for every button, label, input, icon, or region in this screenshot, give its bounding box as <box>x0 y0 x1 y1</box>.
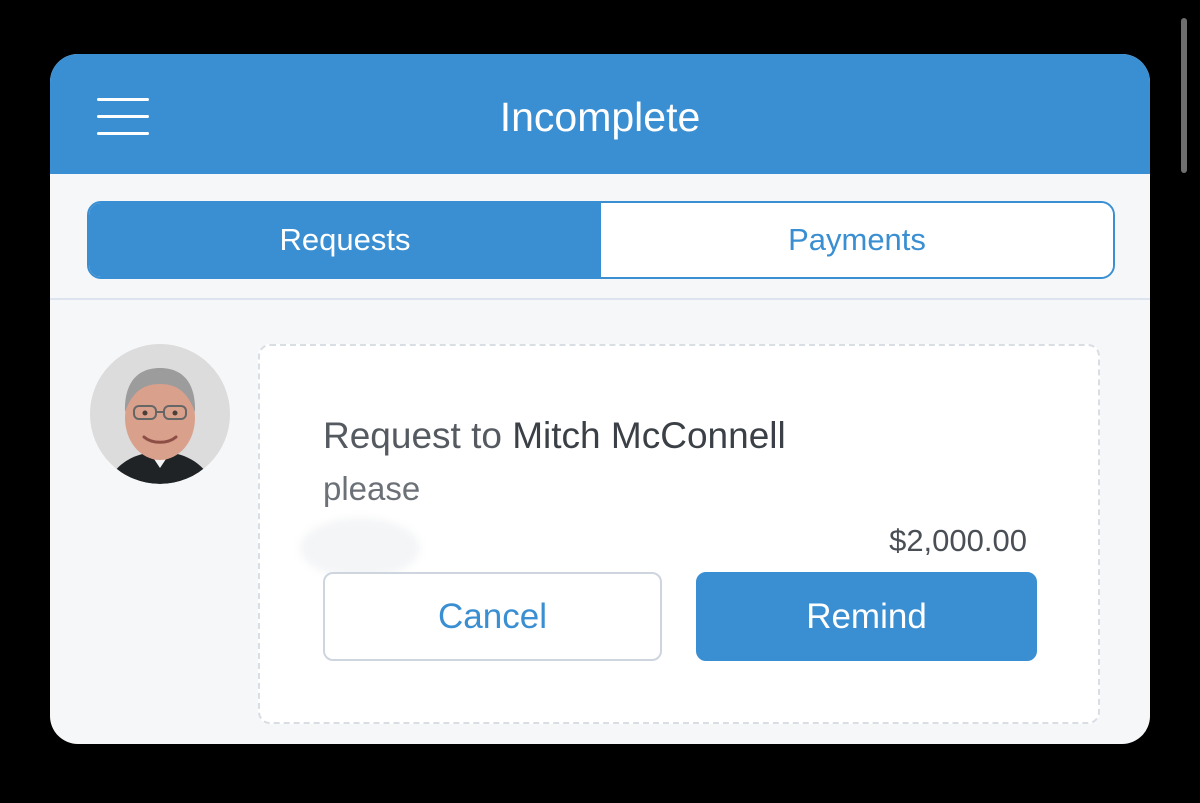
header-bar: Incomplete <box>50 54 1150 174</box>
cancel-button[interactable]: Cancel <box>323 572 662 661</box>
recipient-name: Mitch McConnell <box>512 415 786 456</box>
request-card: Request to Mitch McConnell please $2,000… <box>258 344 1100 724</box>
request-note: please <box>323 470 421 507</box>
segmented-control: Requests Payments <box>87 201 1115 279</box>
scroll-indicator[interactable] <box>1181 18 1187 173</box>
tab-payments[interactable]: Payments <box>601 203 1113 277</box>
remind-button[interactable]: Remind <box>696 572 1037 661</box>
request-amount: $2,000.00 <box>889 523 1027 558</box>
page-title: Incomplete <box>499 94 701 140</box>
avatar <box>90 344 230 484</box>
app-card: Incomplete Requests Payments Request to … <box>50 54 1150 744</box>
blurred-region <box>300 518 420 578</box>
tab-requests[interactable]: Requests <box>89 203 601 277</box>
section-divider <box>50 298 1150 300</box>
request-prefix: Request to <box>323 415 513 456</box>
request-title: Request to Mitch McConnell <box>323 412 786 460</box>
screen: Incomplete Requests Payments Request to … <box>0 0 1200 803</box>
avatar-photo <box>90 344 230 484</box>
